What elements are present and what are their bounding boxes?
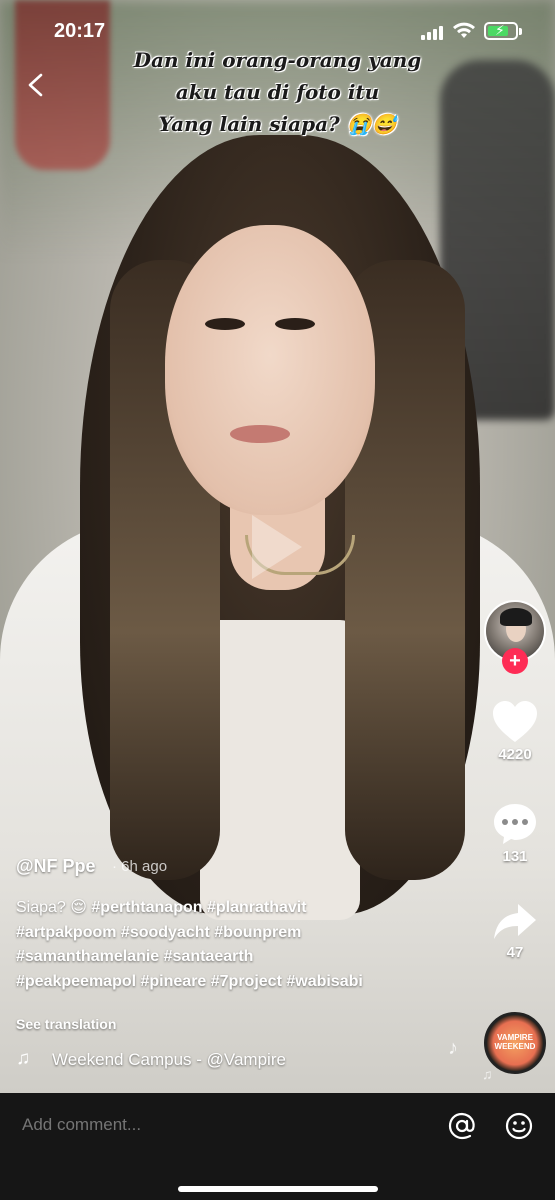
comment-bar (0, 1093, 555, 1200)
like-button[interactable]: 4220 (484, 700, 546, 763)
music-note-icon: ♫ (16, 1048, 31, 1069)
post-age: · 6h ago (112, 858, 168, 875)
status-time: 20:17 (54, 20, 106, 42)
see-translation-link[interactable]: See translation (16, 1016, 116, 1032)
caption-line: #artpakpoom #soodyacht #bounprem (16, 921, 476, 946)
caption-line: #peakpeemapol #pineare #7project #wabisa… (16, 970, 476, 995)
inner-top (200, 620, 360, 920)
caption-line: #samanthamelanie #santaearth (16, 945, 476, 970)
share-icon[interactable] (492, 902, 538, 942)
like-count: 4220 (498, 746, 532, 763)
post-caption: Siapa? 😌 #perthtanapon #planrathavit #ar… (16, 896, 476, 994)
comment-count: 131 (502, 848, 528, 865)
caption-text: Siapa? 😌 (16, 899, 92, 916)
post-username[interactable]: @NF Ppe (16, 856, 96, 877)
follow-button[interactable]: + (502, 648, 528, 674)
video-overlay-text: Dan ini orang-orang yang aku tau di foto… (110, 44, 445, 140)
heart-icon[interactable] (491, 700, 539, 744)
eye-left (205, 318, 245, 330)
sound-title[interactable]: Weekend Campus - @Vampire Weekend (52, 1050, 287, 1070)
battery-icon: ⚡ (484, 22, 522, 40)
signal-icon (421, 24, 445, 40)
overlay-line: aku tau di foto itu (175, 80, 380, 104)
emoji-icon[interactable] (504, 1111, 534, 1141)
floating-note-icon: ♫ (482, 1066, 493, 1082)
back-icon[interactable] (22, 70, 52, 100)
disc-label: VAMPIRE WEEKEND (494, 1033, 536, 1051)
caption-hashtags[interactable]: #artpakpoom #soodyacht #bounprem (16, 924, 301, 941)
comment-input[interactable] (22, 1112, 422, 1138)
caption-hashtags[interactable]: #samanthamelanie #santaearth (16, 948, 253, 965)
music-disc[interactable]: VAMPIRE WEEKEND (484, 1012, 546, 1074)
overlay-line: Yang lain siapa? 😭😅 (158, 112, 397, 136)
lips (230, 425, 290, 443)
eye-right (275, 318, 315, 330)
share-count: 47 (506, 944, 524, 961)
wifi-icon (453, 22, 475, 38)
comment-button[interactable]: 131 (484, 802, 546, 865)
floating-note-icon: ♪ (448, 1037, 458, 1059)
share-button[interactable]: 47 (484, 902, 546, 961)
caption-line: Siapa? 😌 #perthtanapon #planrathavit (16, 896, 476, 921)
comment-icon[interactable] (492, 802, 538, 846)
mention-icon[interactable] (447, 1111, 477, 1141)
face (165, 225, 375, 515)
overlay-line: Dan ini orang-orang yang (133, 48, 422, 72)
caption-hashtags[interactable]: #perthtanapon #planrathavit (91, 899, 306, 916)
home-indicator (178, 1186, 378, 1192)
caption-hashtags[interactable]: #peakpeemapol #pineare #7project #wabisa… (16, 973, 363, 990)
play-icon[interactable] (252, 515, 302, 579)
